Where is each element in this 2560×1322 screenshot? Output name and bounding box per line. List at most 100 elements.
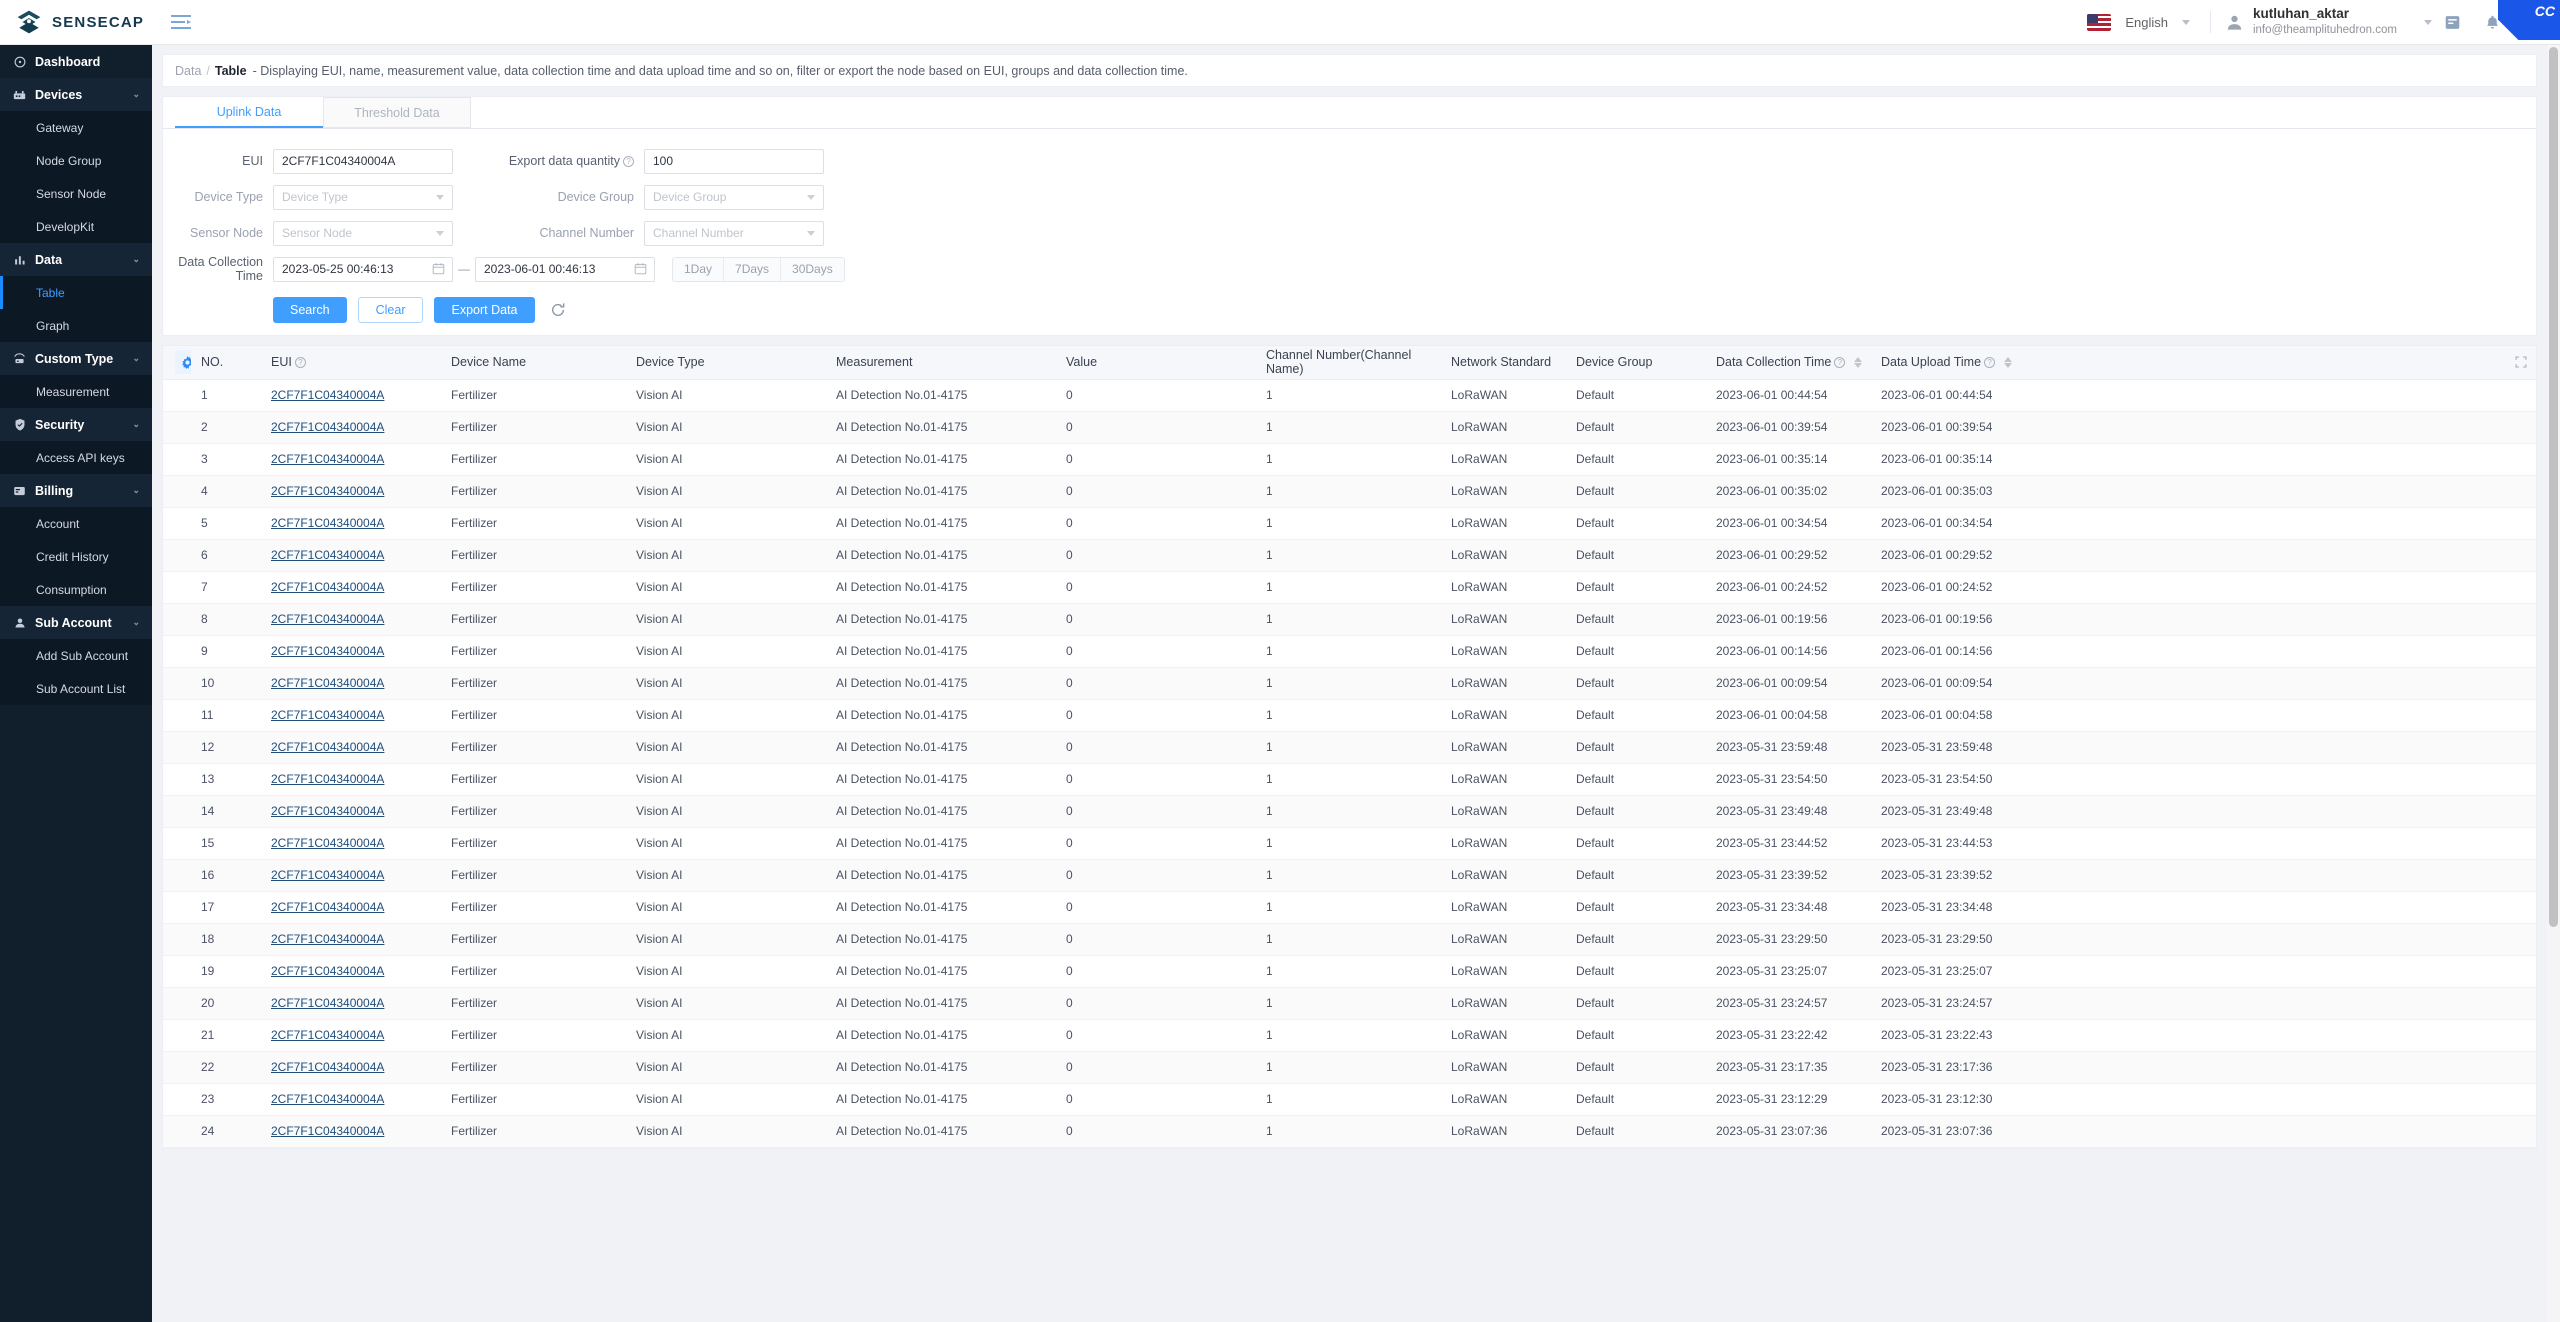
date-end-input[interactable]: 2023-06-01 00:46:13 — [475, 256, 655, 282]
help-icon[interactable]: ? — [294, 357, 306, 369]
sidebar-item-devices[interactable]: Devices ⌄ — [0, 78, 152, 111]
table-row[interactable]: 3 2CF7F1C04340004A Fertilizer Vision AI AI D… — [163, 443, 2536, 476]
sidebar-item-data[interactable]: Data ⌄ — [0, 243, 152, 276]
table-row[interactable]: 10 2CF7F1C04340004A Fertilizer Vision AI AI … — [163, 667, 2536, 700]
help-icon[interactable]: ? — [623, 156, 634, 167]
table-row[interactable]: 5 2CF7F1C04340004A Fertilizer Vision AI AI D… — [163, 507, 2536, 540]
sidebar-item-consumption[interactable]: Consumption — [0, 573, 152, 606]
sort-toggle[interactable] — [2003, 357, 2012, 369]
cell-eui[interactable]: 2CF7F1C04340004A — [261, 603, 441, 636]
export-qty-input[interactable]: 100 — [644, 148, 824, 174]
eui-link[interactable]: 2CF7F1C04340004A — [271, 964, 384, 978]
quick-range-1day[interactable]: 1Day — [673, 257, 725, 281]
sidebar-item-node-group[interactable]: Node Group — [0, 144, 152, 177]
eui-link[interactable]: 2CF7F1C04340004A — [271, 932, 384, 946]
cell-eui[interactable]: 2CF7F1C04340004A — [261, 795, 441, 828]
cell-eui[interactable]: 2CF7F1C04340004A — [261, 923, 441, 956]
column-header-measurement[interactable]: Measurement — [826, 346, 1056, 380]
table-row[interactable]: 24 2CF7F1C04340004A Fertilizer Vision AI AI … — [163, 1115, 2536, 1148]
sidebar-item-gateway[interactable]: Gateway — [0, 111, 152, 144]
cell-eui[interactable]: 2CF7F1C04340004A — [261, 987, 441, 1020]
column-header-eui[interactable]: EUI? — [261, 346, 441, 380]
cell-eui[interactable]: 2CF7F1C04340004A — [261, 763, 441, 796]
search-button[interactable]: Search — [273, 297, 347, 323]
fullscreen-icon[interactable] — [2512, 0, 2552, 45]
cell-eui[interactable]: 2CF7F1C04340004A — [261, 443, 441, 476]
eui-link[interactable]: 2CF7F1C04340004A — [271, 580, 384, 594]
table-row[interactable]: 12 2CF7F1C04340004A Fertilizer Vision AI AI … — [163, 731, 2536, 764]
sidebar-item-custom-type[interactable]: Custom Type ⌄ — [0, 342, 152, 375]
cell-eui[interactable]: 2CF7F1C04340004A — [261, 571, 441, 604]
cell-eui[interactable]: 2CF7F1C04340004A — [261, 539, 441, 572]
scrollbar-thumb[interactable] — [2549, 47, 2558, 927]
sidebar-item-billing[interactable]: Billing ⌄ — [0, 474, 152, 507]
eui-link[interactable]: 2CF7F1C04340004A — [271, 740, 384, 754]
cell-eui[interactable]: 2CF7F1C04340004A — [261, 891, 441, 924]
table-row[interactable]: 16 2CF7F1C04340004A Fertilizer Vision AI AI … — [163, 859, 2536, 892]
sidebar-item-access-api-keys[interactable]: Access API keys — [0, 441, 152, 474]
cell-eui[interactable]: 2CF7F1C04340004A — [261, 379, 441, 412]
sidebar-toggle-button[interactable] — [170, 11, 192, 33]
table-row[interactable]: 8 2CF7F1C04340004A Fertilizer Vision AI AI D… — [163, 603, 2536, 636]
bell-icon[interactable] — [2472, 0, 2512, 45]
cell-eui[interactable]: 2CF7F1C04340004A — [261, 411, 441, 444]
table-row[interactable]: 14 2CF7F1C04340004A Fertilizer Vision AI AI … — [163, 795, 2536, 828]
breadcrumb-parent[interactable]: Data — [175, 64, 201, 78]
table-row[interactable]: 20 2CF7F1C04340004A Fertilizer Vision AI AI … — [163, 987, 2536, 1020]
eui-link[interactable]: 2CF7F1C04340004A — [271, 452, 384, 466]
cell-eui[interactable]: 2CF7F1C04340004A — [261, 827, 441, 860]
column-header-device-name[interactable]: Device Name — [441, 346, 626, 380]
table-row[interactable]: 4 2CF7F1C04340004A Fertilizer Vision AI AI D… — [163, 475, 2536, 508]
table-row[interactable]: 18 2CF7F1C04340004A Fertilizer Vision AI AI … — [163, 923, 2536, 956]
sidebar-item-sub-account-list[interactable]: Sub Account List — [0, 672, 152, 705]
cell-eui[interactable]: 2CF7F1C04340004A — [261, 507, 441, 540]
table-row[interactable]: 1 2CF7F1C04340004A Fertilizer Vision AI AI D… — [163, 379, 2536, 412]
help-icon[interactable]: ? — [1984, 357, 1996, 369]
user-menu[interactable]: kutluhan_aktar info@theamplituhedron.com — [2225, 6, 2432, 37]
cell-eui[interactable]: 2CF7F1C04340004A — [261, 1019, 441, 1052]
device-group-select[interactable]: Device Group — [644, 184, 824, 210]
eui-link[interactable]: 2CF7F1C04340004A — [271, 836, 384, 850]
channel-number-select[interactable]: Channel Number — [644, 220, 824, 246]
sidebar-item-credit-history[interactable]: Credit History — [0, 540, 152, 573]
eui-link[interactable]: 2CF7F1C04340004A — [271, 644, 384, 658]
tab-threshold-data[interactable]: Threshold Data — [323, 97, 471, 128]
help-icon[interactable]: ? — [1834, 357, 1846, 369]
table-row[interactable]: 7 2CF7F1C04340004A Fertilizer Vision AI AI D… — [163, 571, 2536, 604]
eui-link[interactable]: 2CF7F1C04340004A — [271, 612, 384, 626]
column-header-channel[interactable]: Channel Number(Channel Name) — [1256, 346, 1441, 380]
document-icon[interactable] — [2432, 0, 2472, 45]
table-row[interactable]: 22 2CF7F1C04340004A Fertilizer Vision AI AI … — [163, 1051, 2536, 1084]
table-row[interactable]: 23 2CF7F1C04340004A Fertilizer Vision AI AI … — [163, 1083, 2536, 1116]
tab-uplink-data[interactable]: Uplink Data — [175, 97, 323, 128]
page-scrollbar[interactable] — [2547, 45, 2560, 1322]
table-row[interactable]: 2 2CF7F1C04340004A Fertilizer Vision AI AI D… — [163, 411, 2536, 444]
sidebar-item-table[interactable]: Table — [0, 276, 152, 309]
column-header-device-group[interactable]: Device Group — [1566, 346, 1706, 380]
sort-toggle[interactable] — [1853, 357, 1862, 369]
cell-eui[interactable]: 2CF7F1C04340004A — [261, 1051, 441, 1084]
eui-input[interactable]: 2CF7F1C04340004A — [273, 148, 453, 174]
fullscreen-icon[interactable] — [2514, 355, 2528, 372]
sidebar-item-dashboard[interactable]: Dashboard — [0, 45, 152, 78]
column-header-collection-time[interactable]: Data Collection Time? — [1706, 346, 1871, 380]
sensor-node-select[interactable]: Sensor Node — [273, 220, 453, 246]
eui-link[interactable]: 2CF7F1C04340004A — [271, 772, 384, 786]
cell-eui[interactable]: 2CF7F1C04340004A — [261, 635, 441, 668]
export-data-button[interactable]: Export Data — [434, 297, 535, 323]
table-row[interactable]: 19 2CF7F1C04340004A Fertilizer Vision AI AI … — [163, 955, 2536, 988]
sidebar-item-security[interactable]: Security ⌄ — [0, 408, 152, 441]
sidebar-item-graph[interactable]: Graph — [0, 309, 152, 342]
cell-eui[interactable]: 2CF7F1C04340004A — [261, 667, 441, 700]
quick-range-7days[interactable]: 7Days — [724, 257, 782, 281]
sidebar-item-developkit[interactable]: DevelopKit — [0, 210, 152, 243]
cell-eui[interactable]: 2CF7F1C04340004A — [261, 699, 441, 732]
table-row[interactable]: 9 2CF7F1C04340004A Fertilizer Vision AI AI D… — [163, 635, 2536, 668]
clear-button[interactable]: Clear — [357, 297, 424, 323]
eui-link[interactable]: 2CF7F1C04340004A — [271, 1060, 384, 1074]
refresh-icon[interactable] — [550, 302, 566, 318]
eui-link[interactable]: 2CF7F1C04340004A — [271, 516, 384, 530]
brand-logo[interactable]: SENSECAP — [0, 0, 152, 45]
eui-link[interactable]: 2CF7F1C04340004A — [271, 484, 384, 498]
eui-link[interactable]: 2CF7F1C04340004A — [271, 996, 384, 1010]
